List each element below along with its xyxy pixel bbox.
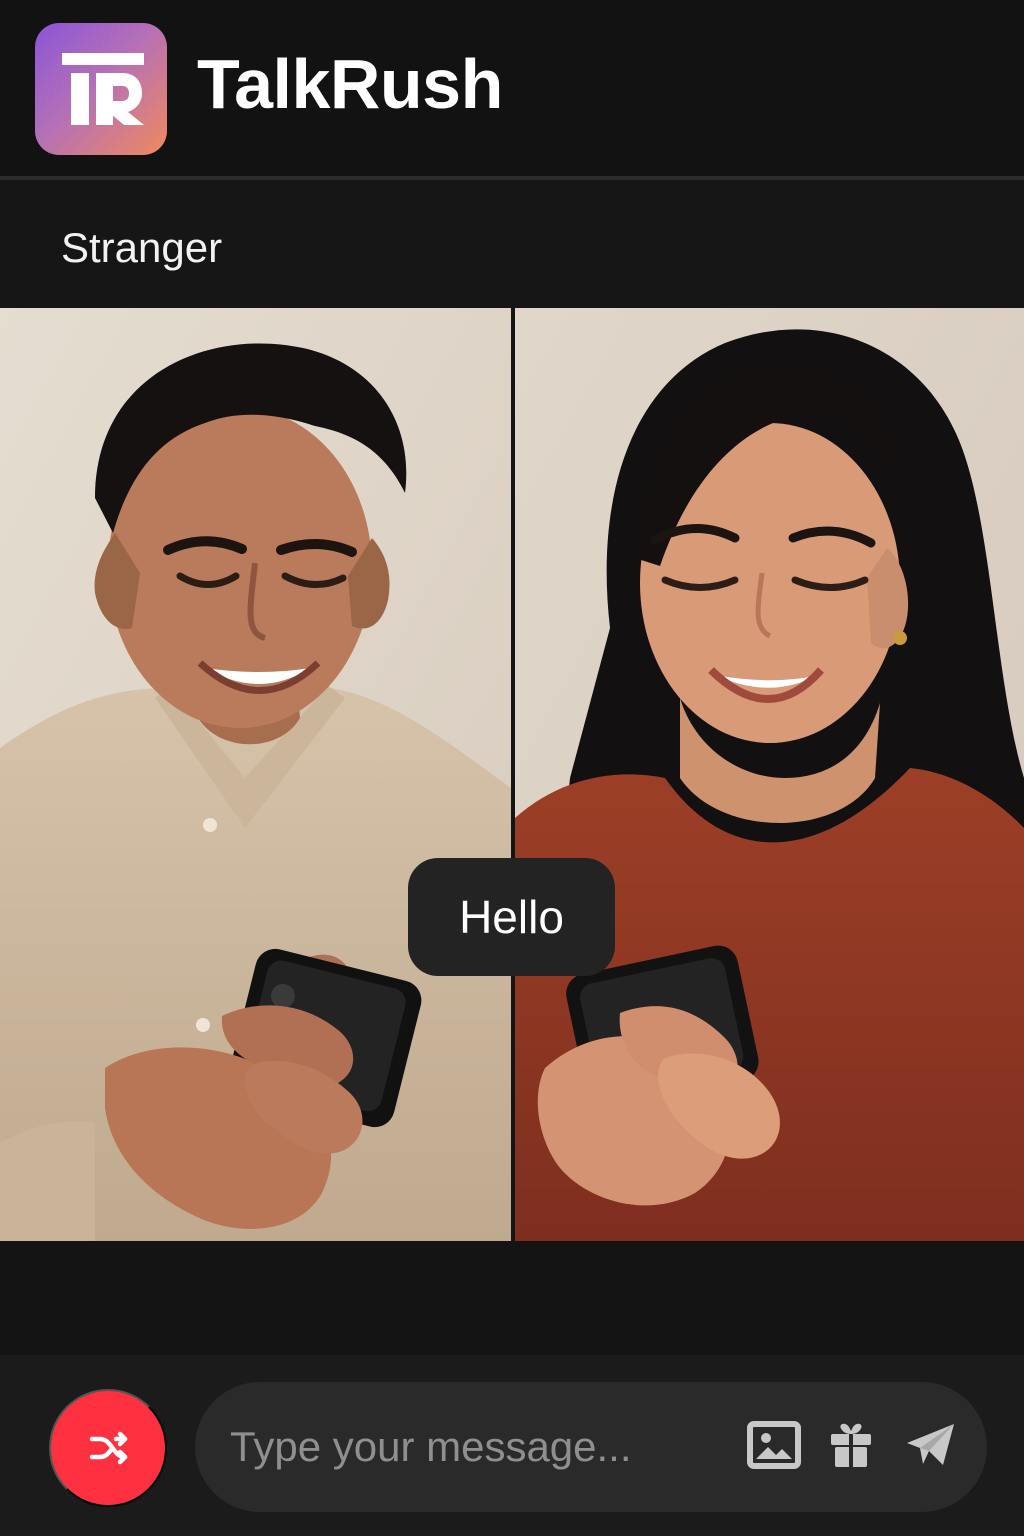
app-header: TalkRush	[0, 0, 1024, 180]
left-video-feed	[0, 308, 511, 1241]
send-button[interactable]	[902, 1416, 960, 1474]
gift-icon	[831, 1423, 871, 1467]
attach-image-button[interactable]	[745, 1416, 803, 1474]
shuffle-button[interactable]	[49, 1389, 167, 1507]
right-video-feed	[515, 308, 1024, 1241]
chat-screen: TalkRush Stranger Hello Type your messag…	[0, 0, 1024, 1536]
video-call-area	[0, 308, 1024, 1241]
message-input[interactable]	[230, 1412, 710, 1482]
gift-button[interactable]	[822, 1416, 880, 1474]
man-video-image	[0, 308, 511, 1241]
woman-video-image	[515, 308, 1024, 1241]
video-bottom-spacer	[0, 1241, 1024, 1355]
app-title: TalkRush	[197, 45, 503, 123]
stranger-label: Stranger	[61, 224, 223, 271]
shuffle-icon	[89, 1431, 128, 1465]
image-icon	[747, 1421, 801, 1469]
talkrush-logo-mark	[62, 53, 144, 125]
chat-message-bubble: Hello	[408, 858, 615, 976]
send-icon	[907, 1424, 954, 1465]
talkrush-logo	[35, 23, 167, 155]
chat-message-text: Hello	[459, 891, 564, 943]
